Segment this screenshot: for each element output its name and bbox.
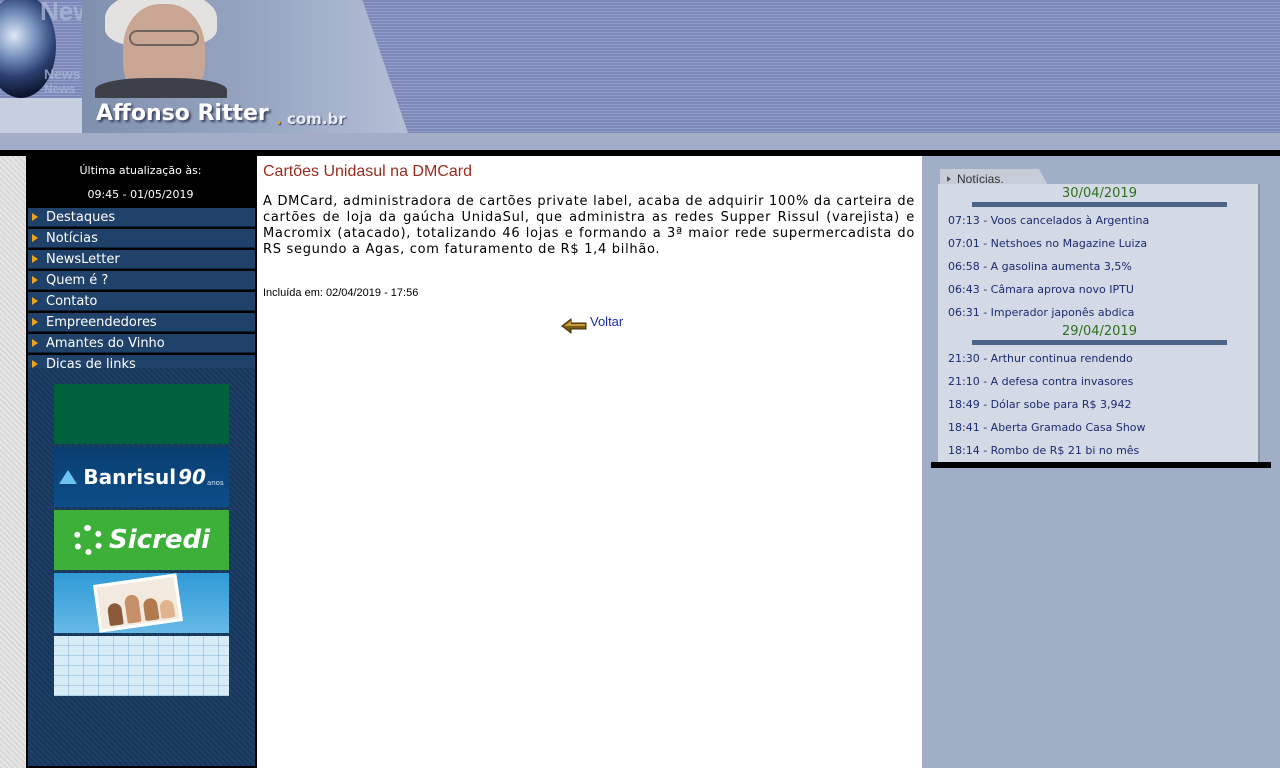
article-body: A DMCard, administradora de cartões priv… [263,194,915,257]
arrow-right-icon [32,276,38,284]
menu-item-destaques[interactable]: Destaques [28,208,255,227]
sicredi-name: Sicredi [108,525,211,555]
news-date-heading: 30/04/2019 [1062,186,1137,201]
left-sidebar: Última atualização às: 09:45 - 01/05/201… [26,156,257,768]
sicredi-logo-icon [72,525,103,555]
news-item[interactable]: 18:41 - Aberta Gramado Casa Show [948,421,1146,434]
menu-item-empreendedores[interactable]: Empreendedores [28,313,255,332]
news-item[interactable]: 21:10 - A defesa contra invasores [948,375,1133,388]
site-header: News News News Affonso Ritter . com.br [0,0,1280,150]
news-item[interactable]: 07:01 - Netshoes no Magazine Luiza [948,237,1147,250]
news-item[interactable]: 06:58 - A gasolina aumenta 3,5% [948,260,1132,273]
news-date-divider [972,340,1227,345]
arrow-right-icon [32,318,38,326]
menu-item-label: Destaques [46,209,116,225]
news-date-heading: 29/04/2019 [1062,324,1137,339]
main-menu: Destaques Notícias NewsLetter Quem é ? C… [28,208,255,376]
main-content: Cartões Unidasul na DMCard A DMCard, adm… [257,156,922,768]
news-item[interactable]: 21:30 - Arthur continua rendendo [948,352,1133,365]
ad-banner-graph[interactable] [54,636,229,696]
banrisul-name: Banrisul [83,465,177,489]
site-name: Affonso Ritter [96,101,269,126]
news-item[interactable]: 18:14 - Rombo de R$ 21 bi no mês [948,444,1139,457]
menu-item-label: Contato [46,293,98,309]
banrisul-logo-icon [59,470,78,484]
arrow-right-icon [32,339,38,347]
news-watermark: News [44,82,76,96]
menu-item-label: Quem é ? [46,272,109,288]
header-left-strip [0,98,84,133]
back-link[interactable]: Voltar [561,314,623,336]
header-bottom-bar [0,133,1280,150]
back-label: Voltar [590,314,624,329]
menu-item-quem-e[interactable]: Quem é ? [28,271,255,290]
arrow-right-icon [32,255,38,263]
arrow-right-icon [32,234,38,242]
triangle-right-icon [947,176,951,182]
menu-item-amantes-do-vinho[interactable]: Amantes do Vinho [28,334,255,353]
menu-item-noticias[interactable]: Notícias [28,229,255,248]
author-portrait [95,0,227,98]
news-item[interactable]: 07:13 - Voos cancelados à Argentina [948,214,1149,227]
left-gutter [0,156,26,768]
menu-item-contato[interactable]: Contato [28,292,255,311]
ad-banner-banrisul[interactable]: Banrisul 90 anos [54,447,229,507]
menu-item-label: Empreendedores [46,314,157,330]
news-date-divider [972,202,1227,207]
menu-item-newsletter[interactable]: NewsLetter [28,250,255,269]
news-item[interactable]: 06:43 - Câmara aprova novo IPTU [948,283,1134,296]
news-panel-bottom-bar [931,462,1271,468]
arrow-right-icon [32,297,38,305]
news-item[interactable]: 06:31 - Imperador japonês abdica [948,306,1134,319]
arrow-right-icon [32,213,38,221]
article-date: Incluída em: 02/04/2019 - 17:56 [263,287,419,299]
back-arrow-icon [561,317,587,335]
site-tld: . com.br [276,110,346,128]
menu-item-label: Notícias [46,230,98,246]
update-time: 09:45 - 01/05/2019 [87,188,194,201]
article-title: Cartões Unidasul na DMCard [263,163,472,180]
banrisul-anos: anos [206,479,224,487]
family-photo-image [93,573,183,633]
update-label: Última atualização às: [79,164,202,177]
news-item[interactable]: 18:49 - Dólar sobe para R$ 3,942 [948,398,1132,411]
ad-banner-family-photo[interactable] [54,573,229,633]
ad-banner-green[interactable] [54,384,229,444]
ad-banner-sicredi[interactable]: Sicredi [54,510,229,570]
arrow-right-icon [32,360,38,368]
banner-area: Banrisul 90 anos Sicredi [28,368,255,766]
banrisul-years: 90 [178,465,206,489]
news-watermark: News [44,66,81,82]
menu-item-label: NewsLetter [46,251,120,267]
menu-item-label: Amantes do Vinho [46,335,165,351]
